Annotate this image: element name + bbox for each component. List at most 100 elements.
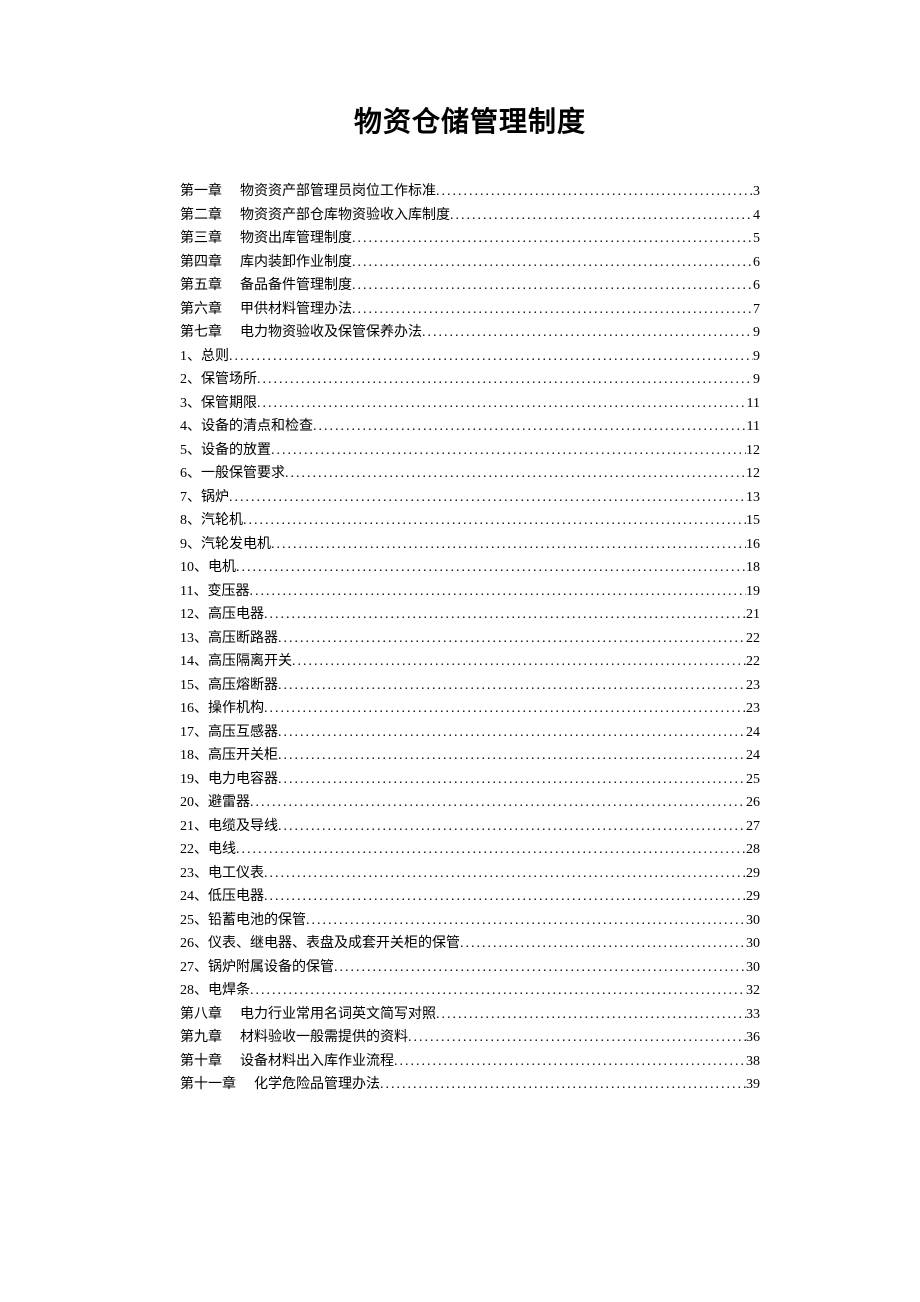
- toc-entry-label: 第五章: [180, 279, 222, 293]
- toc-entry: 第六章甲供材料管理办法7: [180, 303, 760, 317]
- toc-entry: 23、电工仪表29: [180, 867, 760, 881]
- toc-entry-text: 材料验收一般需提供的资料: [240, 1031, 408, 1045]
- toc-entry-label: 第八章: [180, 1008, 222, 1022]
- toc-entry-text: 备品备件管理制度: [240, 279, 352, 293]
- toc-leader-dots: [408, 1031, 746, 1045]
- toc-leader-dots: [436, 185, 753, 199]
- toc-entry-page: 30: [746, 937, 760, 951]
- toc-entry-page: 24: [746, 749, 760, 763]
- toc-leader-dots: [271, 538, 746, 552]
- toc-leader-dots: [264, 890, 746, 904]
- toc-entry-text: 仪表、继电器、表盘及成套开关柜的保管: [208, 937, 460, 951]
- toc-entry: 27、锅炉附属设备的保管30: [180, 961, 760, 975]
- toc-entry-label: 3、: [180, 397, 201, 411]
- toc-entry-text: 变压器: [207, 585, 249, 599]
- toc-leader-dots: [264, 608, 746, 622]
- toc-entry-text: 锅炉附属设备的保管: [208, 961, 334, 975]
- toc-entry-page: 26: [746, 796, 760, 810]
- toc-entry-label: 22、: [180, 843, 208, 857]
- toc-entry-label: 第九章: [180, 1031, 222, 1045]
- toc-leader-dots: [278, 679, 746, 693]
- toc-entry-page: 25: [746, 773, 760, 787]
- toc-entry-label: 第四章: [180, 256, 222, 270]
- toc-entry-label: 第三章: [180, 232, 222, 246]
- toc-entry-label: 25、: [180, 914, 208, 928]
- toc-entry: 7、锅炉13: [180, 491, 760, 505]
- toc-entry: 第八章 电力行业常用名词英文简写对照 33: [180, 1008, 760, 1022]
- toc-entry-text: 电力电容器: [208, 773, 278, 787]
- toc-entry: 6、一般保管要求12: [180, 467, 760, 481]
- toc-entry: 16、操作机构23: [180, 702, 760, 716]
- toc-leader-dots: [257, 397, 747, 411]
- toc-entry: 11、变压器19: [180, 585, 760, 599]
- toc-entry-page: 22: [746, 632, 760, 646]
- toc-entry-page: 6: [753, 256, 760, 270]
- toc-entry: 1、总则9: [180, 350, 760, 364]
- toc-entry-page: 36: [746, 1031, 760, 1045]
- toc-entry: 28、电焊条32: [180, 984, 760, 998]
- toc-entry-page: 15: [746, 514, 760, 528]
- toc-entry-text: 一般保管要求: [201, 467, 285, 481]
- toc-entry-page: 23: [746, 679, 760, 693]
- toc-entry: 3、保管期限11: [180, 397, 760, 411]
- toc-entry: 26、仪表、继电器、表盘及成套开关柜的保管30: [180, 937, 760, 951]
- toc-entry-page: 32: [746, 984, 760, 998]
- toc-leader-dots: [278, 820, 746, 834]
- toc-leader-dots: [249, 585, 746, 599]
- toc-entry: 15、高压熔断器 23: [180, 679, 760, 693]
- toc-entry-label: 14、: [180, 655, 208, 669]
- toc-entry-text: 高压电器: [208, 608, 264, 622]
- toc-entry-label: 6、: [180, 467, 201, 481]
- toc-entry: 18、高压开关柜24: [180, 749, 760, 763]
- toc-entry-page: 30: [746, 961, 760, 975]
- toc-entry: 第一章物资资产部管理员岗位工作标准3: [180, 185, 760, 199]
- toc-entry-text: 电焊条: [208, 984, 250, 998]
- toc-leader-dots: [278, 632, 746, 646]
- toc-entry-label: 21、: [180, 820, 208, 834]
- toc-leader-dots: [271, 444, 746, 458]
- toc-leader-dots: [422, 326, 753, 340]
- toc-entry-page: 11: [747, 420, 760, 434]
- toc-entry: 4、设备的清点和检查11: [180, 420, 760, 434]
- toc-entry-page: 7: [753, 303, 760, 317]
- toc-entry-page: 9: [753, 350, 760, 364]
- toc-entry-label: 15、: [180, 679, 208, 693]
- toc-entry-text: 电力行业常用名词英文简写对照: [240, 1008, 436, 1022]
- toc-entry-page: 9: [753, 373, 760, 387]
- toc-entry: 第四章库内装卸作业制度6: [180, 256, 760, 270]
- toc-entry-label: 12、: [180, 608, 208, 622]
- toc-entry-page: 24: [746, 726, 760, 740]
- toc-entry: 第二章物资资产部仓库物资验收入库制度4: [180, 209, 760, 223]
- toc-entry-label: 第十一章: [180, 1078, 236, 1092]
- toc-entry: 25、铅蓄电池的保管30: [180, 914, 760, 928]
- toc-entry: 10、电机18: [180, 561, 760, 575]
- toc-entry: 第十一章化学危险品管理办法39: [180, 1078, 760, 1092]
- toc-leader-dots: [285, 467, 746, 481]
- toc-leader-dots: [380, 1078, 746, 1092]
- toc-entry-label: 20、: [180, 796, 208, 810]
- toc-entry-page: 27: [746, 820, 760, 834]
- toc-leader-dots: [334, 961, 746, 975]
- toc-entry-label: 13、: [180, 632, 208, 646]
- table-of-contents: 第一章物资资产部管理员岗位工作标准3 第二章物资资产部仓库物资验收入库制度4 第三章…: [180, 185, 760, 1092]
- toc-entry-label: 4、: [180, 420, 201, 434]
- toc-entry-text: 总则: [201, 350, 229, 364]
- toc-leader-dots: [306, 914, 746, 928]
- toc-entry-label: 24、: [180, 890, 208, 904]
- toc-leader-dots: [250, 796, 746, 810]
- toc-entry-text: 保管场所: [201, 373, 257, 387]
- toc-entry: 第五章备品备件管理制度6: [180, 279, 760, 293]
- toc-leader-dots: [450, 209, 753, 223]
- toc-entry-text: 锅炉: [201, 491, 229, 505]
- toc-entry-label: 19、: [180, 773, 208, 787]
- toc-entry-text: 电机: [208, 561, 236, 575]
- toc-entry: 22、电线28: [180, 843, 760, 857]
- toc-leader-dots: [352, 232, 753, 246]
- toc-entry-label: 第二章: [180, 209, 222, 223]
- toc-leader-dots: [250, 984, 746, 998]
- toc-leader-dots: [229, 350, 753, 364]
- toc-entry-page: 33: [746, 1008, 760, 1022]
- toc-entry-text: 高压熔断器: [208, 679, 278, 693]
- toc-entry: 第十章设备材料出入库作业流程38: [180, 1055, 760, 1069]
- toc-entry-page: 13: [746, 491, 760, 505]
